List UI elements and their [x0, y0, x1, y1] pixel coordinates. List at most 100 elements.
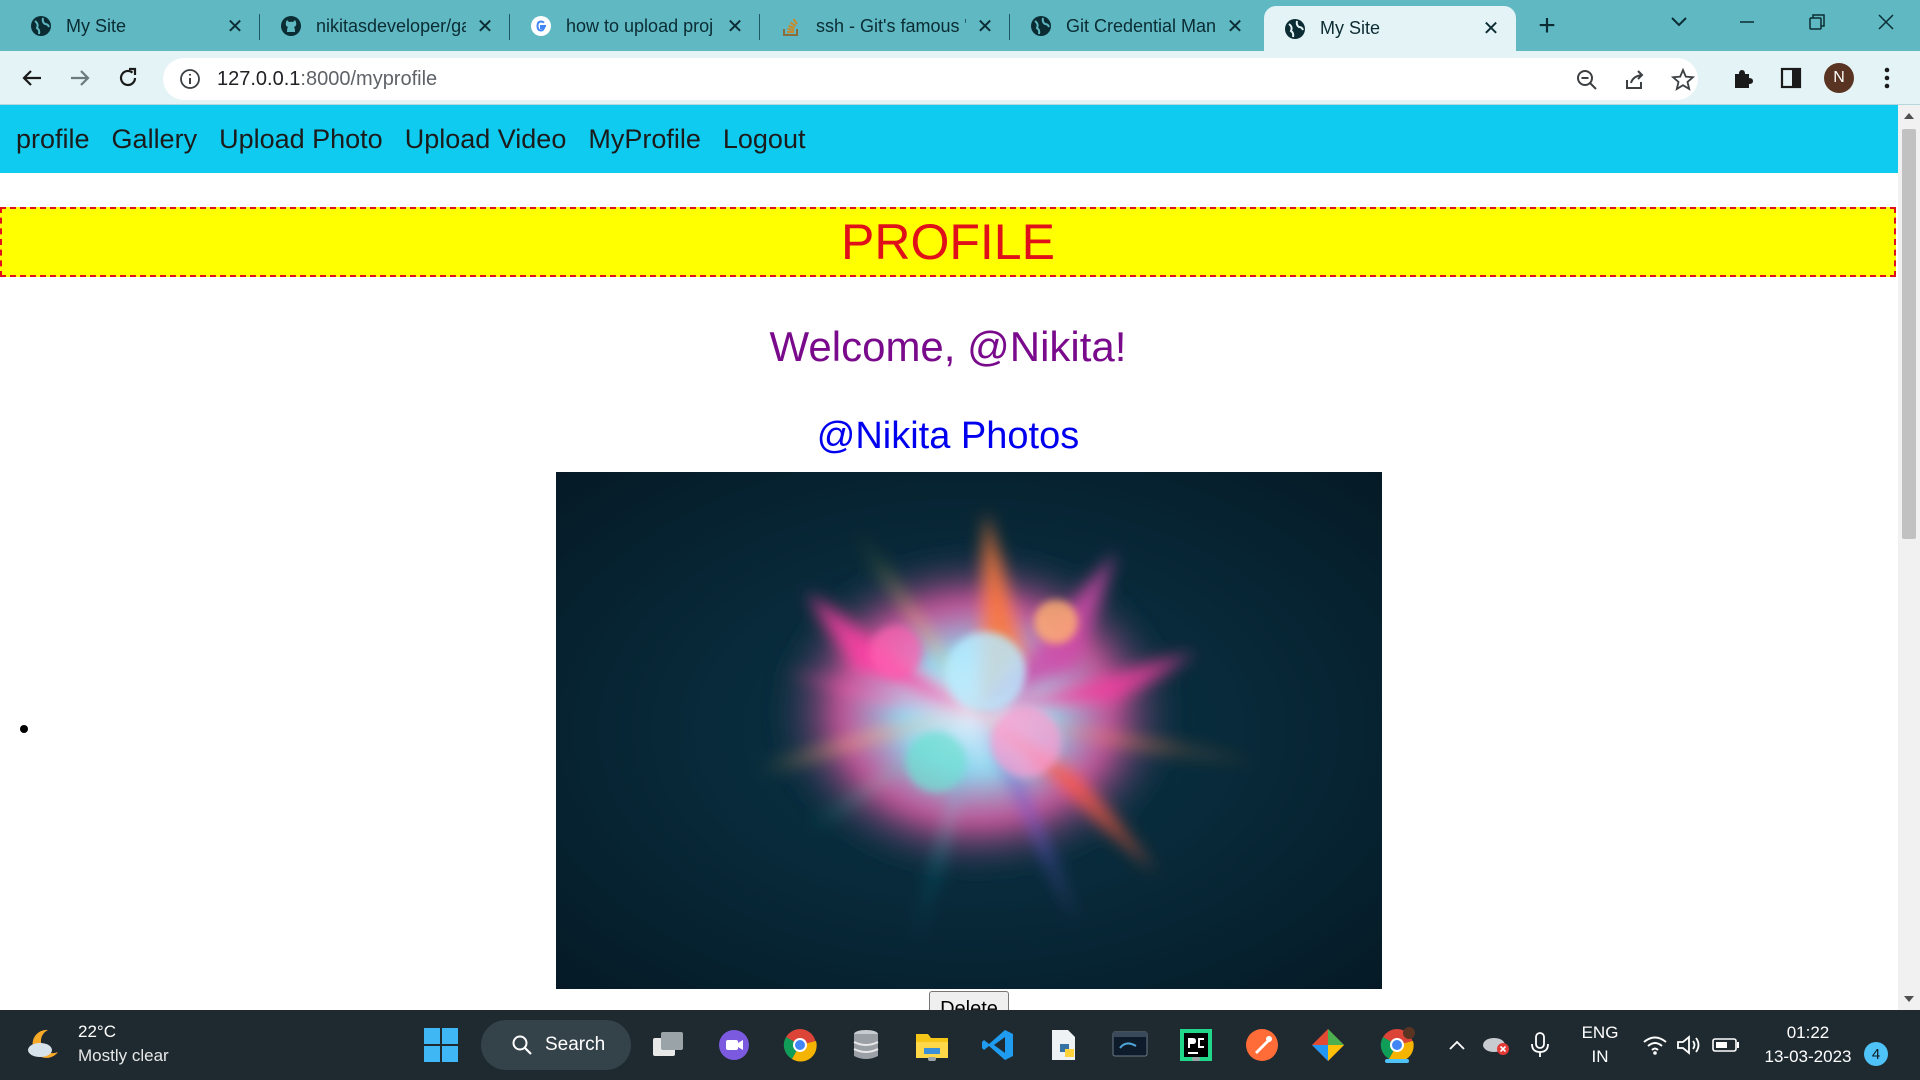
scroll-up-icon[interactable] — [1904, 113, 1914, 119]
microphone-icon — [1531, 1032, 1549, 1057]
python-file-icon — [1052, 1030, 1075, 1060]
close-icon[interactable]: ✕ — [474, 15, 496, 38]
photos-heading: @Nikita Photos — [816, 415, 1080, 457]
battery-status[interactable] — [1708, 1025, 1744, 1065]
mysql-icon — [1112, 1031, 1148, 1057]
github-icon — [280, 15, 302, 37]
uploaded-photo — [556, 472, 1382, 989]
nav-link-myprofile[interactable]: MyProfile — [588, 124, 701, 155]
nav-link-upload-photo[interactable]: Upload Photo — [219, 124, 383, 155]
extensions-button[interactable] — [1728, 63, 1758, 93]
side-panel-button[interactable] — [1776, 63, 1806, 93]
folder-icon — [916, 1034, 948, 1058]
chrome-icon — [1380, 1027, 1415, 1062]
nav-link-profile[interactable]: profile — [16, 124, 90, 155]
list-bullet — [20, 725, 28, 733]
profile-button[interactable]: N — [1824, 63, 1854, 93]
globe-icon — [1284, 18, 1306, 40]
welcome-heading: Welcome, @Nikita! — [769, 323, 1127, 370]
close-window-button[interactable] — [1857, 0, 1915, 44]
task-view-button[interactable] — [648, 1025, 688, 1065]
database-app-button[interactable] — [846, 1025, 886, 1065]
tab-git-credential[interactable]: Git Credential Mana ✕ — [1010, 6, 1260, 46]
forward-button[interactable] — [62, 60, 98, 96]
nav-link-logout[interactable]: Logout — [723, 124, 806, 155]
reload-button[interactable] — [110, 60, 146, 96]
menu-button[interactable] — [1872, 63, 1902, 93]
search-icon — [512, 1035, 532, 1055]
close-icon[interactable]: ✕ — [1480, 18, 1502, 40]
new-tab-button[interactable]: + — [1529, 9, 1565, 42]
tab-stackoverflow[interactable]: ssh - Git's famous " ✕ — [760, 6, 1010, 46]
close-icon — [1878, 14, 1894, 30]
file-explorer-button[interactable] — [912, 1025, 952, 1065]
page-title: PROFILE — [841, 214, 1055, 270]
stackoverflow-icon — [780, 15, 802, 37]
bookmark-star-icon[interactable] — [1669, 66, 1697, 94]
weather-temperature: 22°C — [78, 1022, 116, 1041]
notification-badge[interactable]: 4 — [1864, 1042, 1888, 1066]
chrome-taskbar-button[interactable] — [780, 1025, 820, 1065]
speaker-icon — [1677, 1035, 1700, 1055]
teams-chat-button[interactable] — [714, 1025, 754, 1065]
close-icon[interactable]: ✕ — [974, 15, 996, 38]
close-icon[interactable]: ✕ — [724, 15, 746, 38]
address-bar[interactable]: 127.0.0.1:8000/myprofile — [163, 58, 1698, 100]
side-panel-icon — [1780, 67, 1802, 89]
browser-toolbar: 127.0.0.1:8000/myprofile N — [0, 51, 1920, 105]
clock-time: 01:22 — [1786, 1023, 1830, 1042]
taskbar-search[interactable]: Search — [481, 1020, 631, 1070]
globe-icon — [30, 15, 52, 37]
puzzle-icon — [1735, 70, 1753, 88]
postman-icon — [1246, 1029, 1278, 1061]
windows-taskbar: 22°C Mostly clear Search ENG IN 01:22 13… — [0, 1010, 1920, 1080]
restore-icon — [1809, 14, 1825, 30]
share-icon[interactable] — [1621, 66, 1649, 94]
pycharm-button[interactable] — [1176, 1025, 1216, 1065]
chrome-icon — [783, 1029, 817, 1062]
postman-button[interactable] — [1242, 1025, 1282, 1065]
volume-status[interactable] — [1672, 1025, 1706, 1065]
clock[interactable]: 01:22 13-03-2023 — [1756, 1021, 1860, 1069]
microphone-status[interactable] — [1522, 1025, 1558, 1065]
arrow-right-icon — [71, 70, 90, 86]
restore-button[interactable] — [1788, 0, 1846, 44]
tab-github[interactable]: nikitasdeveloper/ga ✕ — [260, 6, 510, 46]
scrollbar-thumb[interactable] — [1902, 129, 1916, 539]
show-hidden-icons-button[interactable] — [1442, 1025, 1472, 1065]
wifi-status[interactable] — [1638, 1025, 1672, 1065]
tab-search-button[interactable] — [1650, 0, 1708, 44]
avatar: N — [1824, 63, 1854, 93]
close-icon[interactable]: ✕ — [224, 15, 246, 38]
mysql-workbench-button[interactable] — [1110, 1025, 1150, 1065]
battery-icon — [1712, 1038, 1739, 1052]
page-viewport: profile Gallery Upload Photo Upload Vide… — [0, 105, 1898, 1010]
close-icon[interactable]: ✕ — [1224, 15, 1246, 38]
start-button[interactable] — [421, 1025, 461, 1065]
back-button[interactable] — [14, 60, 50, 96]
tab-my-site-active[interactable]: My Site ✕ — [1264, 6, 1516, 51]
database-icon — [853, 1030, 879, 1059]
kebab-menu-icon — [1884, 67, 1890, 89]
nav-link-upload-video[interactable]: Upload Video — [405, 124, 567, 155]
tab-google-search[interactable]: how to upload proj ✕ — [510, 6, 760, 46]
minimize-icon — [1740, 21, 1754, 23]
weather-widget[interactable]: 22°C Mostly clear — [24, 1020, 169, 1068]
git-gui-button[interactable] — [1308, 1025, 1348, 1065]
zoom-icon[interactable] — [1573, 66, 1601, 94]
onedrive-status[interactable] — [1478, 1025, 1514, 1065]
python-file-button[interactable] — [1044, 1025, 1084, 1065]
language-indicator[interactable]: ENG IN — [1572, 1021, 1628, 1069]
delete-photo-button[interactable]: Delete — [929, 991, 1009, 1010]
chevron-down-icon — [1671, 17, 1687, 27]
info-icon[interactable] — [177, 66, 203, 92]
minimize-button[interactable] — [1718, 0, 1776, 44]
vscode-button[interactable] — [978, 1025, 1018, 1065]
nav-link-gallery[interactable]: Gallery — [112, 124, 198, 155]
tab-my-site-1[interactable]: My Site ✕ — [10, 6, 260, 46]
chevron-up-icon — [1449, 1040, 1465, 1050]
profile-banner: PROFILE — [0, 207, 1896, 277]
page-scrollbar[interactable] — [1898, 105, 1920, 1010]
chrome-active-button[interactable] — [1374, 1025, 1420, 1065]
scroll-down-icon[interactable] — [1904, 996, 1914, 1002]
